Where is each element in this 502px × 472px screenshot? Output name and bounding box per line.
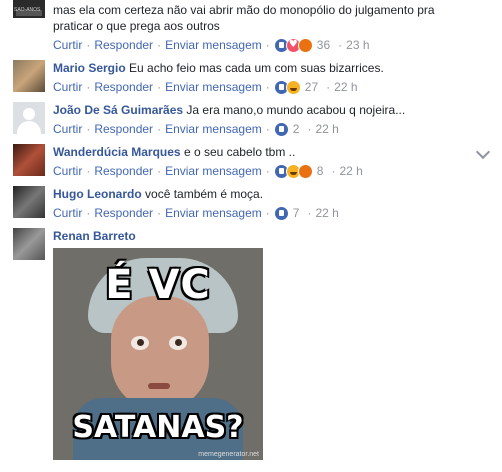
comment-text: você também é moça. xyxy=(145,187,264,201)
send-message-link[interactable]: Enviar mensagem xyxy=(165,121,262,137)
angry-reaction-icon xyxy=(297,163,313,179)
comment-actions: Curtir · Responder · Enviar mensagem · 2 · 2… xyxy=(53,121,339,137)
reply-link[interactable]: Responder xyxy=(94,163,153,179)
meme-image[interactable]: É VC SATANAS? memegenerator.net xyxy=(53,248,263,460)
like-link[interactable]: Curtir xyxy=(53,205,82,221)
reply-link[interactable]: Responder xyxy=(94,79,153,95)
comment-text: Eu acho feio mas cada um com suas bizarr… xyxy=(129,61,384,75)
avatar[interactable] xyxy=(13,228,45,260)
comment-actions: Curtir · Responder · Enviar mensagem · 8 · 2… xyxy=(53,163,363,179)
timestamp[interactable]: 22 h xyxy=(334,79,357,95)
comment-actions: Curtir· Responder· Enviar mensagem· 36· … xyxy=(53,37,482,53)
comment-author[interactable]: Hugo Leonardo xyxy=(53,187,142,201)
avatar-label: SÃO-ANOS xyxy=(14,7,41,13)
reaction-count[interactable]: 7 xyxy=(293,205,300,221)
like-link[interactable]: Curtir xyxy=(53,79,82,95)
reactions[interactable] xyxy=(273,37,313,53)
comment-author[interactable]: Mario Sergio xyxy=(53,61,126,75)
comment-author[interactable]: Renan Barreto xyxy=(53,229,136,243)
timestamp[interactable]: 23 h xyxy=(346,37,369,53)
comment-actions: Curtir · Responder · Enviar mensagem · 27 · … xyxy=(53,79,358,95)
timestamp[interactable]: 22 h xyxy=(315,121,338,137)
comment-text: mas ela com certeza não vai abrir mão do… xyxy=(53,3,435,33)
meme-top-text: É VC xyxy=(105,262,211,308)
timestamp[interactable]: 22 h xyxy=(315,205,338,221)
comment-actions: Curtir · Responder · Enviar mensagem · 7 · 2… xyxy=(53,205,339,221)
reaction-count[interactable]: 2 xyxy=(293,121,300,137)
like-link[interactable]: Curtir xyxy=(53,37,82,53)
like-reaction-icon xyxy=(273,121,289,137)
reaction-count[interactable]: 36 xyxy=(317,37,330,53)
reaction-count[interactable]: 8 xyxy=(317,163,324,179)
default-avatar-icon xyxy=(23,108,35,120)
comment-text: Ja era mano,o mundo acabou q nojeira... xyxy=(186,103,406,117)
avatar[interactable] xyxy=(13,186,45,218)
haha-reaction-icon xyxy=(285,79,301,95)
reactions[interactable] xyxy=(273,163,313,179)
reaction-count[interactable]: 27 xyxy=(305,79,318,95)
reply-link[interactable]: Responder xyxy=(94,121,153,137)
send-message-link[interactable]: Enviar mensagem xyxy=(165,37,262,53)
send-message-link[interactable]: Enviar mensagem xyxy=(165,163,262,179)
avatar[interactable] xyxy=(13,144,45,176)
like-link[interactable]: Curtir xyxy=(53,121,82,137)
reply-link[interactable]: Responder xyxy=(94,205,153,221)
avatar[interactable]: SÃO-ANOS xyxy=(13,0,45,18)
comment-author[interactable]: João De Sá Guimarães xyxy=(53,103,183,117)
comment-author[interactable]: Wanderdúcia Marques xyxy=(53,145,181,159)
avatar[interactable] xyxy=(13,102,45,134)
avatar[interactable] xyxy=(13,60,45,92)
reactions[interactable] xyxy=(273,79,301,95)
timestamp[interactable]: 22 h xyxy=(339,163,362,179)
angry-reaction-icon xyxy=(297,37,313,53)
like-link[interactable]: Curtir xyxy=(53,163,82,179)
meme-watermark: memegenerator.net xyxy=(198,451,259,458)
meme-bottom-text: SATANAS? xyxy=(72,410,244,445)
send-message-link[interactable]: Enviar mensagem xyxy=(165,205,262,221)
reactions[interactable] xyxy=(273,205,289,221)
send-message-link[interactable]: Enviar mensagem xyxy=(165,79,262,95)
reply-link[interactable]: Responder xyxy=(94,37,153,53)
like-reaction-icon xyxy=(273,205,289,221)
comment-text: e o seu cabelo tbm .. xyxy=(183,145,296,159)
reactions[interactable] xyxy=(273,121,289,137)
